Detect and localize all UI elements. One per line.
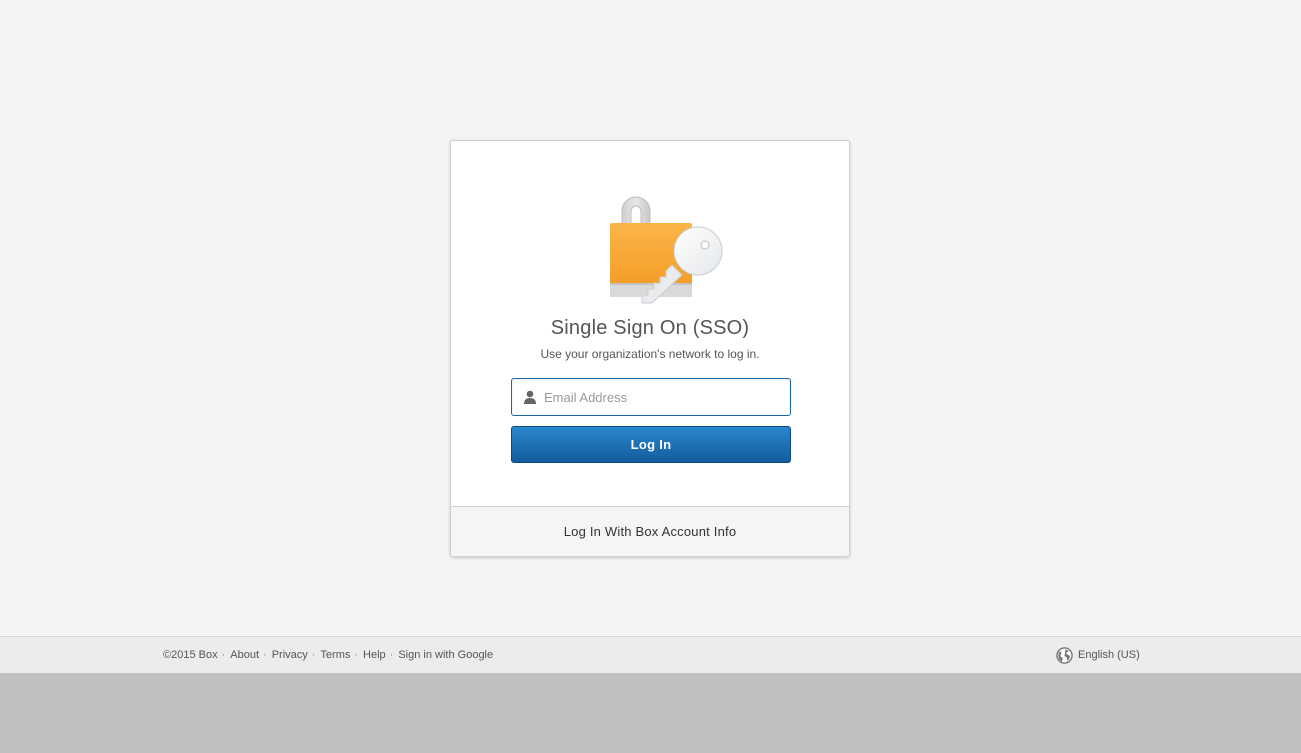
- footer-link-help[interactable]: Help: [363, 649, 386, 661]
- email-input[interactable]: [544, 379, 784, 415]
- footer-link-terms[interactable]: Terms: [320, 649, 350, 661]
- copyright-text: ©2015 Box: [163, 649, 218, 661]
- footer-link-privacy[interactable]: Privacy: [272, 649, 308, 661]
- footer-separator: ·: [354, 649, 359, 661]
- footer-separator: ·: [221, 649, 226, 661]
- login-button[interactable]: Log In: [511, 426, 791, 463]
- lock-key-icon: [610, 196, 723, 304]
- footer-separator: ·: [389, 649, 394, 661]
- bottom-band: [0, 673, 1301, 753]
- page-footer: ©2015 Box · About · Privacy · Terms · Help · Sign …: [0, 636, 1301, 673]
- footer-separator: ·: [263, 649, 267, 661]
- footer-separator: ·: [311, 649, 316, 661]
- email-field[interactable]: [511, 378, 791, 416]
- footer-link-about[interactable]: About: [230, 649, 259, 661]
- footer-links: ©2015 Box · About · Privacy · Terms · Help · Sign …: [163, 637, 493, 673]
- box-account-login-link[interactable]: Log In With Box Account Info: [564, 524, 737, 539]
- globe-icon: [1056, 646, 1073, 664]
- language-label: English (US): [1078, 649, 1140, 661]
- sso-login-card: Single Sign On (SSO) Use your organizati…: [450, 140, 850, 557]
- alt-login-footer: Log In With Box Account Info: [451, 506, 849, 556]
- footer-link-google-signin[interactable]: Sign in with Google: [398, 649, 493, 661]
- page-subtitle: Use your organization's network to log i…: [540, 347, 760, 361]
- language-selector[interactable]: English (US): [1056, 637, 1140, 673]
- page-title: Single Sign On (SSO): [550, 317, 750, 339]
- user-icon: [524, 390, 536, 404]
